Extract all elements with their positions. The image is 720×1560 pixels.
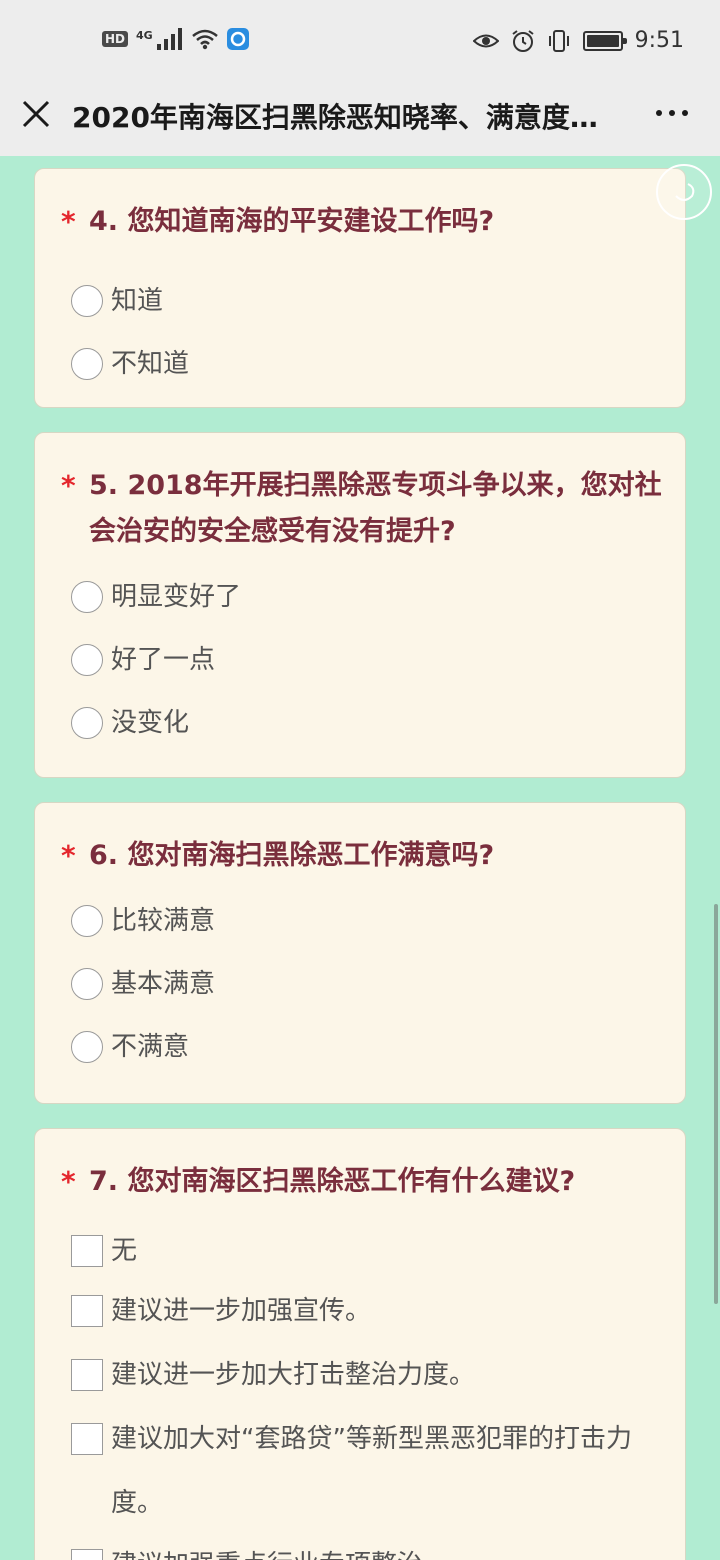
- radio-option[interactable]: 不满意: [71, 1015, 651, 1079]
- radio-button[interactable]: [71, 644, 103, 676]
- network-type: 4G: [136, 28, 153, 42]
- clock: 9:51: [634, 28, 684, 53]
- radio-option[interactable]: 不知道: [71, 332, 651, 396]
- checkbox-option[interactable]: 建议加大对“套路贷”等新型黑恶犯罪的打击力度。: [71, 1407, 651, 1535]
- option-label: 建议进一步加大打击整治力度。: [111, 1360, 476, 1390]
- question-card-6: * 6. 您对南海扫黑除恶工作满意吗? 比较满意 基本满意 不满意: [34, 802, 686, 1104]
- option-label: 比较满意: [111, 906, 216, 936]
- required-star: *: [61, 1165, 76, 1198]
- option-label: 明显变好了: [111, 582, 242, 612]
- nav-bar: 2020年南海区扫黑除恶知晓率、满意度…: [0, 84, 720, 156]
- question-title: 4. 您知道南海的平安建设工作吗?: [89, 206, 495, 237]
- question-title: 6. 您对南海扫黑除恶工作满意吗?: [89, 840, 495, 871]
- alarm-icon: [511, 29, 534, 52]
- radio-button[interactable]: [71, 1031, 103, 1063]
- option-label: 建议加强重点行业专项整治: [111, 1533, 423, 1560]
- checkbox-option[interactable]: 建议加强重点行业专项整治: [71, 1533, 651, 1560]
- radio-option[interactable]: 知道: [71, 269, 651, 333]
- eye-icon: [472, 34, 499, 47]
- question-card-5: * 5. 2018年开展扫黑除恶专项斗争以来，您对社会治安的安全感受有没有提升?…: [34, 432, 686, 778]
- checkbox-option[interactable]: 无: [71, 1219, 651, 1283]
- radio-button[interactable]: [71, 285, 103, 317]
- app-notification-icon: [226, 28, 249, 50]
- radio-button[interactable]: [71, 968, 103, 1000]
- option-label: 不满意: [111, 1032, 190, 1062]
- hd-badge: HD: [102, 31, 129, 47]
- close-icon[interactable]: [20, 98, 52, 130]
- option-label: 没变化: [111, 708, 190, 738]
- option-label: 基本满意: [111, 969, 216, 999]
- signal-icon: [156, 28, 182, 50]
- question-card-7: * 7. 您对南海区扫黑除恶工作有什么建议? 无 建议进一步加强宣传。 建议进一…: [34, 1128, 686, 1560]
- radio-button[interactable]: [71, 348, 103, 380]
- radio-option[interactable]: 明显变好了: [71, 565, 651, 629]
- page-title: 2020年南海区扫黑除恶知晓率、满意度…: [72, 101, 598, 134]
- checkbox[interactable]: [71, 1359, 103, 1391]
- question-card-4: * 4. 您知道南海的平安建设工作吗? 知道 不知道: [34, 168, 686, 408]
- checkbox[interactable]: [71, 1423, 103, 1455]
- radio-button[interactable]: [71, 905, 103, 937]
- checkbox[interactable]: [71, 1295, 103, 1327]
- more-icon[interactable]: [656, 110, 688, 116]
- question-title: 5. 2018年开展扫黑除恶专项斗争以来，您对社会治安的安全感受有没有提升?: [89, 470, 662, 547]
- status-right: 9:51: [472, 28, 684, 53]
- required-star: *: [61, 469, 76, 502]
- checkbox[interactable]: [71, 1235, 103, 1267]
- status-bar: HD 4G 9:51: [0, 0, 720, 84]
- radio-option[interactable]: 没变化: [71, 691, 651, 755]
- option-label: 知道: [111, 286, 164, 316]
- option-label: 建议加大对“套路贷”等新型黑恶犯罪的打击力度。: [111, 1424, 632, 1518]
- radio-option[interactable]: 基本满意: [71, 952, 651, 1016]
- option-label: 无: [111, 1236, 138, 1266]
- radio-button[interactable]: [71, 581, 103, 613]
- scrollbar[interactable]: [714, 904, 718, 1304]
- survey-content: * 4. 您知道南海的平安建设工作吗? 知道 不知道 * 5. 2018年开展扫…: [0, 156, 720, 1560]
- question-title: 7. 您对南海区扫黑除恶工作有什么建议?: [89, 1166, 576, 1197]
- option-label: 好了一点: [111, 645, 216, 675]
- radio-option[interactable]: 比较满意: [71, 889, 651, 953]
- vibrate-icon: [548, 29, 569, 52]
- option-label: 不知道: [111, 349, 190, 379]
- status-left: HD 4G: [102, 28, 249, 50]
- required-star: *: [61, 839, 76, 872]
- required-star: *: [61, 205, 76, 238]
- checkbox-option[interactable]: 建议进一步加强宣传。: [71, 1279, 651, 1343]
- option-label: 建议进一步加强宣传。: [111, 1296, 372, 1326]
- radio-option[interactable]: 好了一点: [71, 628, 651, 692]
- battery-icon: [582, 30, 627, 51]
- refresh-icon: [675, 183, 695, 201]
- checkbox-option[interactable]: 建议进一步加大打击整治力度。: [71, 1343, 651, 1407]
- checkbox[interactable]: [71, 1549, 103, 1560]
- radio-button[interactable]: [71, 707, 103, 739]
- floating-action-button[interactable]: [656, 164, 712, 220]
- wifi-icon: [191, 29, 218, 50]
